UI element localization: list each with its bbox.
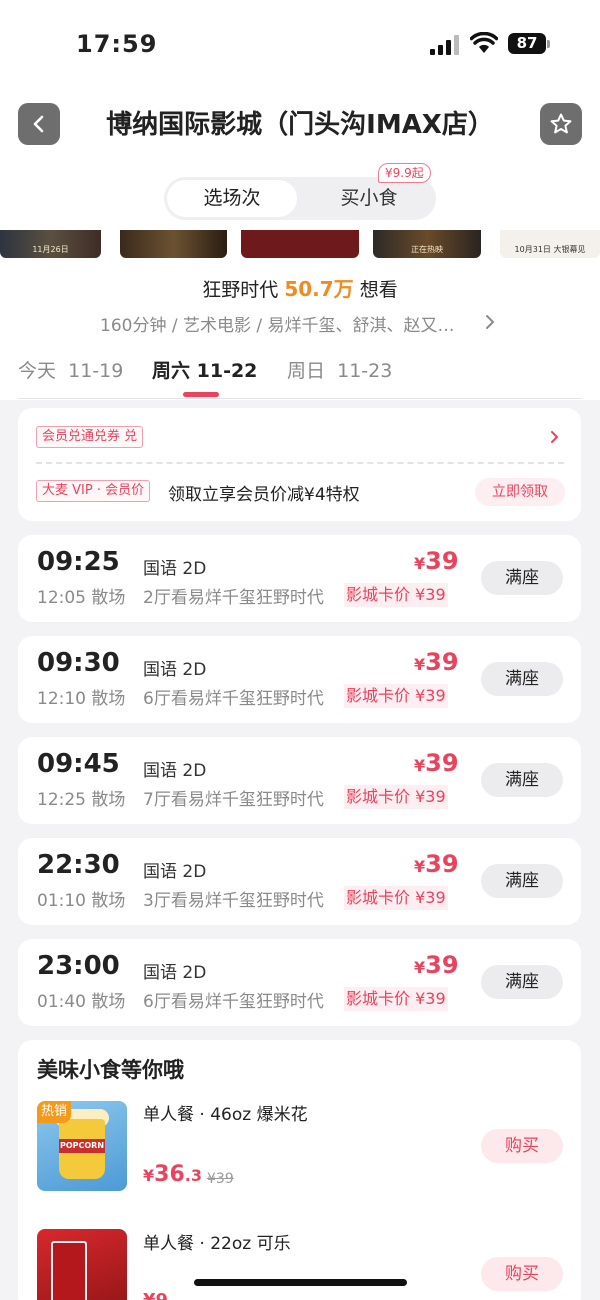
- poster-caption: 11月26日: [32, 245, 69, 254]
- movie-poster[interactable]: [241, 230, 359, 258]
- showtime-card[interactable]: 09:30 12:10 散场 国语 2D 6厅看易烊千玺狂野时代 ¥39 影城卡…: [18, 636, 581, 723]
- claim-button[interactable]: 立即领取: [475, 478, 565, 506]
- popcorn-label: POPCORN: [59, 1139, 105, 1153]
- battery-tip: [547, 40, 550, 48]
- back-button[interactable]: [18, 103, 60, 145]
- snack-name: 单人餐 · 46oz 爆米花: [143, 1105, 308, 1125]
- chevron-left-icon: [33, 115, 44, 133]
- movie-title-row: 狂野时代 50.7万 想看: [0, 273, 600, 302]
- poster-carousel[interactable]: 11月26日 正在热映 10月31日 大银幕见: [0, 230, 600, 258]
- buy-button[interactable]: 购买: [481, 1129, 563, 1163]
- card-price: 影城卡价 ¥39: [344, 583, 448, 607]
- vip-tag: 大麦 VIP · 会员价: [36, 480, 151, 502]
- language-format: 国语 2D: [143, 862, 207, 882]
- snack-price: ¥9: [143, 1290, 168, 1300]
- status-time: 17:59: [76, 30, 158, 58]
- buy-button[interactable]: 购买: [481, 1257, 563, 1291]
- tab-date-sun[interactable]: 周日 11-23: [287, 356, 392, 383]
- showtime-card[interactable]: 09:45 12:25 散场 国语 2D 7厅看易烊千玺狂野时代 ¥39 影城卡…: [18, 737, 581, 824]
- tab-date-sat[interactable]: 周六 11-22: [152, 356, 257, 383]
- star-icon: [550, 113, 572, 134]
- hot-badge: 热销: [37, 1101, 72, 1123]
- end-time: 12:25 散场: [37, 790, 126, 810]
- tab-snacks[interactable]: 买小食: [304, 180, 434, 217]
- status-bar: 17:59 87: [0, 0, 600, 90]
- language-format: 国语 2D: [143, 963, 207, 983]
- language-format: 国语 2D: [143, 761, 207, 781]
- movie-poster[interactable]: [120, 230, 227, 258]
- page-title: 博纳国际影城（门头沟IMAX店）: [106, 110, 494, 140]
- hall-info: 2厅看易烊千玺狂野时代: [143, 588, 324, 608]
- poster-caption: 正在热映: [411, 245, 443, 254]
- ticket-price: ¥39: [414, 951, 459, 979]
- snack-section-title: 美味小食等你哦: [37, 1058, 184, 1082]
- date-tabs: 今天 11-19 周六 11-22 周日 11-23: [0, 356, 600, 400]
- ticket-price: ¥39: [414, 547, 459, 575]
- hall-info: 7厅看易烊千玺狂野时代: [143, 790, 324, 810]
- end-time: 01:10 散场: [37, 891, 126, 911]
- cola-cup: [51, 1241, 87, 1300]
- start-time: 09:45: [37, 749, 120, 779]
- ticket-price: ¥39: [414, 850, 459, 878]
- language-format: 国语 2D: [143, 559, 207, 579]
- showtime-card[interactable]: 22:30 01:10 散场 国语 2D 3厅看易烊千玺狂野时代 ¥39 影城卡…: [18, 838, 581, 925]
- start-time: 23:00: [37, 951, 120, 981]
- hall-info: 6厅看易烊千玺狂野时代: [143, 689, 324, 709]
- want-label: 想看: [359, 279, 398, 301]
- chevron-right-icon[interactable]: [550, 430, 560, 444]
- sold-out-button[interactable]: 满座: [481, 763, 563, 797]
- cellular-signal-icon: [430, 35, 462, 55]
- movie-poster[interactable]: 正在热映: [373, 230, 481, 258]
- snack-section: 美味小食等你哦 POPCORN 热销 单人餐 · 46oz 爆米花 ¥36.3 …: [18, 1040, 581, 1300]
- home-indicator[interactable]: [194, 1279, 407, 1286]
- snack-price-tag: ¥9.9起: [378, 163, 431, 183]
- snack-name: 单人餐 · 22oz 可乐: [143, 1234, 291, 1254]
- ticket-price: ¥39: [414, 648, 459, 676]
- want-count: 50.7万: [284, 277, 354, 301]
- coupon-tag[interactable]: 会员兑通兑券 兑: [36, 426, 144, 448]
- showtime-card[interactable]: 09:25 12:05 散场 国语 2D 2厅看易烊千玺狂野时代 ¥39 影城卡…: [18, 535, 581, 622]
- card-price: 影城卡价 ¥39: [344, 886, 448, 910]
- battery-icon: 87: [508, 33, 546, 54]
- coupon-card: 会员兑通兑券 兑 大麦 VIP · 会员价 领取立享会员价减¥4特权 立即领取: [18, 408, 581, 521]
- card-price: 影城卡价 ¥39: [344, 684, 448, 708]
- sold-out-button[interactable]: 满座: [481, 864, 563, 898]
- card-price: 影城卡价 ¥39: [344, 987, 448, 1011]
- movie-poster[interactable]: 10月31日 大银幕见: [500, 230, 600, 258]
- poster-caption: 10月31日 大银幕见: [514, 245, 586, 254]
- ticket-price: ¥39: [414, 749, 459, 777]
- tab-showtimes[interactable]: 选场次: [167, 180, 297, 217]
- start-time: 09:25: [37, 547, 120, 577]
- tab-date-today[interactable]: 今天 11-19: [18, 356, 123, 383]
- start-time: 22:30: [37, 850, 120, 880]
- divider: [18, 398, 582, 399]
- showtime-card[interactable]: 23:00 01:40 散场 国语 2D 6厅看易烊千玺狂野时代 ¥39 影城卡…: [18, 939, 581, 1026]
- movie-title: 狂野时代: [202, 279, 279, 301]
- sold-out-button[interactable]: 满座: [481, 561, 563, 595]
- end-time: 12:05 散场: [37, 588, 126, 608]
- wifi-icon: [470, 32, 498, 53]
- favorite-button[interactable]: [540, 103, 582, 145]
- movie-poster[interactable]: 11月26日: [0, 230, 101, 258]
- card-price: 影城卡价 ¥39: [344, 785, 448, 809]
- sold-out-button[interactable]: 满座: [481, 662, 563, 696]
- dashed-divider: [36, 462, 564, 464]
- sold-out-button[interactable]: 满座: [481, 965, 563, 999]
- snack-old-price: ¥39: [207, 1171, 234, 1187]
- cola-image[interactable]: [37, 1229, 127, 1300]
- popcorn-image[interactable]: POPCORN 热销: [37, 1101, 127, 1191]
- active-date-indicator: [183, 392, 219, 397]
- segment-control: 选场次 买小食: [164, 177, 436, 220]
- movie-meta[interactable]: 160分钟 / 艺术电影 / 易烊千玺、舒淇、赵又…: [100, 311, 455, 336]
- snack-price: ¥36.3: [143, 1162, 202, 1187]
- start-time: 09:30: [37, 648, 120, 678]
- end-time: 01:40 散场: [37, 992, 126, 1012]
- hall-info: 3厅看易烊千玺狂野时代: [143, 891, 324, 911]
- end-time: 12:10 散场: [37, 689, 126, 709]
- coupon-description: 领取立享会员价减¥4特权: [168, 485, 360, 505]
- language-format: 国语 2D: [143, 660, 207, 680]
- chevron-right-icon[interactable]: [484, 314, 496, 330]
- hall-info: 6厅看易烊千玺狂野时代: [143, 992, 324, 1012]
